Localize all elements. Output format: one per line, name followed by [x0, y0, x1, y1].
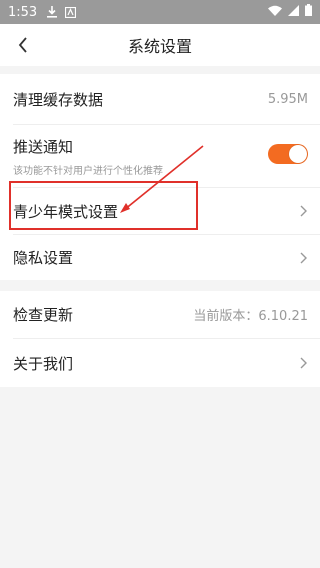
battery-icon [305, 4, 312, 20]
app-header: 系统设置 [0, 24, 320, 66]
settings-group-about: 检查更新 当前版本：6.10.21 关于我们 [0, 291, 320, 387]
chevron-right-icon [298, 356, 308, 370]
notification-icon [65, 6, 77, 18]
privacy-label: 隐私设置 [13, 249, 74, 267]
page-title: 系统设置 [127, 37, 192, 56]
settings-group-main: 清理缓存数据 5.95M 推送通知 该功能不针对用户进行个性化推荐 青少年模式设… [0, 74, 320, 280]
about-label: 关于我们 [13, 354, 74, 373]
chevron-left-icon [18, 37, 27, 53]
check-update-row[interactable]: 检查更新 当前版本：6.10.21 [0, 291, 320, 338]
back-button[interactable] [8, 30, 38, 60]
toggle-knob [289, 145, 307, 163]
privacy-row[interactable]: 隐私设置 [0, 235, 320, 280]
status-time: 1:53 [8, 4, 38, 20]
about-row[interactable]: 关于我们 [0, 339, 320, 387]
wifi-icon [268, 5, 282, 20]
cache-size-value: 5.95M [267, 91, 308, 107]
current-version-value: 当前版本：6.10.21 [193, 309, 308, 324]
chevron-right-icon [298, 204, 308, 218]
status-bar: 1:53 [0, 0, 320, 24]
push-notification-toggle[interactable] [268, 144, 308, 164]
clear-cache-label: 清理缓存数据 [13, 90, 104, 109]
chevron-right-icon [298, 251, 308, 265]
youth-mode-label: 青少年模式设置 [13, 202, 119, 221]
download-icon [47, 6, 58, 18]
push-notification-label: 推送通知 [13, 138, 74, 156]
signal-icon [288, 4, 299, 20]
clear-cache-row[interactable]: 清理缓存数据 5.95M [0, 74, 320, 124]
youth-mode-row[interactable]: 青少年模式设置 [0, 188, 320, 234]
check-update-label: 检查更新 [13, 306, 74, 324]
push-notification-description: 该功能不针对用户进行个性化推荐 [13, 166, 163, 177]
